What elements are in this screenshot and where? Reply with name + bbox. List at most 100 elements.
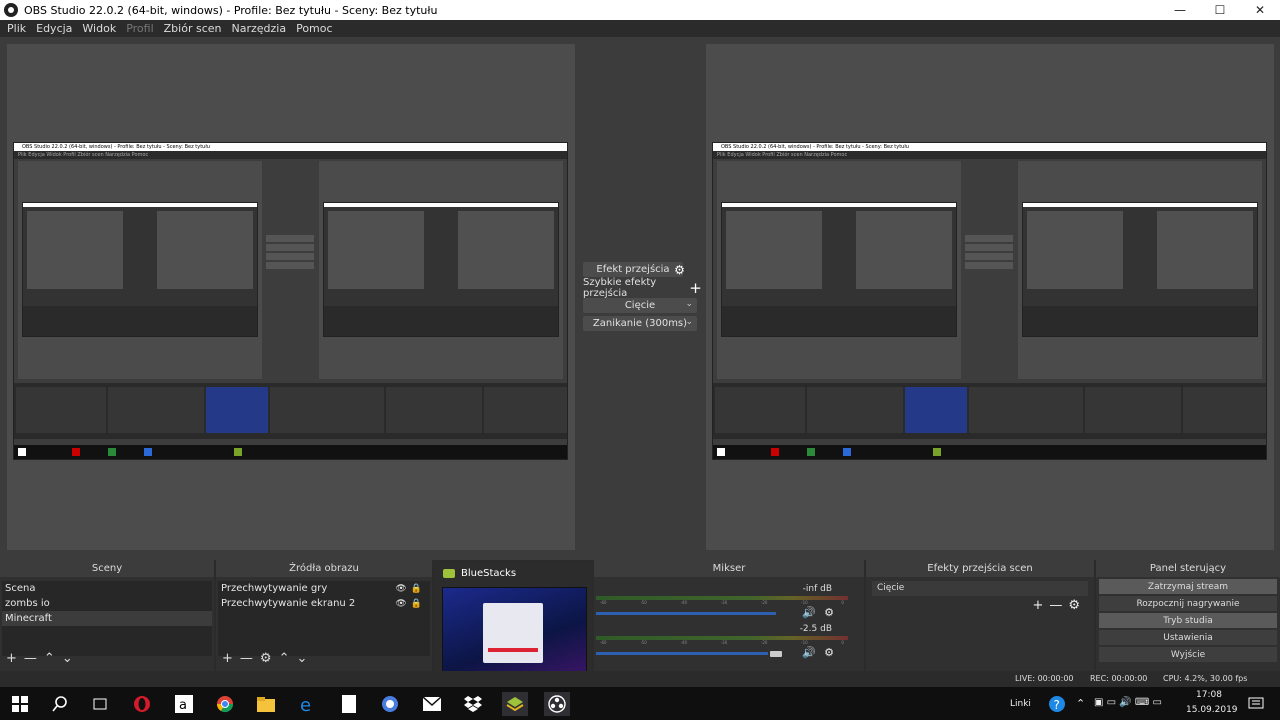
app-icon-blue[interactable]: [378, 692, 402, 716]
edge-icon[interactable]: e: [296, 692, 320, 716]
volume-slider[interactable]: [596, 612, 776, 615]
scenes-dock: Sceny Scena zombs io Minecraft + — ⌃ ⌄: [0, 560, 214, 687]
scenes-list: Scena zombs io Minecraft: [2, 581, 212, 656]
maximize-button[interactable]: ☐: [1200, 0, 1240, 20]
opera-icon[interactable]: [130, 692, 154, 716]
chrome-icon[interactable]: [213, 692, 237, 716]
mixer-header: Mikser: [594, 560, 864, 577]
notifications-icon[interactable]: [1244, 692, 1268, 716]
speaker-icon[interactable]: 🔊: [802, 606, 816, 619]
quick-transitions-label: Szybkie efekty przejścia: [583, 276, 657, 299]
cut-transition-button[interactable]: Cięcie ⌄: [583, 298, 697, 313]
studio-preview-area: OBS Studio 22.0.2 (64-bit, windows) - Pr…: [0, 37, 1280, 560]
window-controls: — ☐ ✕: [1160, 0, 1280, 20]
move-down-icon[interactable]: ⌄: [62, 651, 73, 666]
search-icon[interactable]: [48, 692, 72, 716]
gear-icon[interactable]: ⚙: [672, 262, 687, 277]
scenes-toolbar: + — ⌃ ⌄: [0, 649, 214, 667]
sources-header: Źródła obrazu: [216, 560, 432, 577]
source-item[interactable]: Przechwytywanie gry 👁 🔒: [218, 581, 430, 596]
status-bar: LIVE: 00:00:00 REC: 00:00:00 CPU: 4.2%, …: [0, 671, 1280, 687]
tray-chevron-icon[interactable]: ⌃: [1076, 697, 1085, 710]
eye-icon[interactable]: 👁: [395, 584, 406, 594]
remove-icon[interactable]: —: [240, 651, 253, 666]
volume-slider-knob[interactable]: [770, 651, 782, 657]
move-up-icon[interactable]: ⌃: [279, 651, 290, 666]
close-button[interactable]: ✕: [1240, 0, 1280, 20]
menu-zbior-scen[interactable]: Zbiór scen: [159, 22, 227, 35]
bluestacks-preview-title: BlueStacks: [461, 568, 517, 579]
controls-header: Panel sterujący: [1096, 560, 1280, 577]
studio-mode-button[interactable]: Tryb studia: [1099, 613, 1277, 628]
remove-icon[interactable]: —: [24, 651, 37, 666]
menu-edycja[interactable]: Edycja: [31, 22, 77, 35]
nested-obs-capture: OBS Studio 22.0.2 (64-bit, windows) - Pr…: [712, 142, 1267, 460]
settings-button[interactable]: Ustawienia: [1099, 630, 1277, 645]
clock-date[interactable]: 15.09.2019: [1186, 705, 1238, 715]
menu-widok[interactable]: Widok: [77, 22, 121, 35]
clock-time[interactable]: 17:08: [1196, 690, 1222, 700]
move-down-icon[interactable]: ⌄: [296, 651, 307, 666]
transition-select-value: Cięcie: [877, 583, 905, 593]
add-icon[interactable]: +: [222, 651, 233, 666]
scene-item[interactable]: Scena: [2, 581, 212, 596]
eye-icon[interactable]: 👁: [395, 599, 406, 609]
source-item[interactable]: Przechwytywanie ekranu 2 👁 🔒: [218, 596, 430, 611]
mixer-controls: 🔊 ⚙: [802, 606, 834, 619]
bluestacks-taskbar-preview[interactable]: BlueStacks: [434, 562, 593, 680]
scene-transitions-header: Efekty przejścia scen: [866, 560, 1094, 577]
amazon-icon[interactable]: a: [172, 692, 196, 716]
source-label: Przechwytywanie gry: [221, 583, 328, 594]
transition-effect-button[interactable]: Efekt przejścia ⚙: [583, 262, 685, 277]
nested-docks: [14, 383, 567, 439]
bluestacks-preview-image: [442, 587, 587, 677]
transition-select[interactable]: Cięcie: [872, 581, 1088, 596]
move-up-icon[interactable]: ⌃: [44, 651, 55, 666]
gear-icon[interactable]: ⚙: [824, 606, 834, 619]
gear-icon[interactable]: ⚙: [1068, 598, 1080, 613]
stop-stream-button[interactable]: Zatrzymaj stream: [1099, 579, 1277, 594]
transition-controls: Efekt przejścia ⚙ Szybkie efekty przejśc…: [583, 262, 702, 334]
chevron-down-icon[interactable]: ⌄: [685, 299, 693, 309]
scene-item[interactable]: zombs io: [2, 596, 212, 611]
speaker-icon[interactable]: 🔊: [802, 646, 816, 659]
sources-dock: Źródła obrazu Przechwytywanie gry 👁 🔒 Prz…: [216, 560, 432, 687]
minimize-button[interactable]: —: [1160, 0, 1200, 20]
remove-icon[interactable]: —: [1049, 598, 1062, 613]
preview-canvas[interactable]: OBS Studio 22.0.2 (64-bit, windows) - Pr…: [7, 44, 575, 550]
menu-plik[interactable]: Plik: [2, 22, 31, 35]
program-canvas[interactable]: OBS Studio 22.0.2 (64-bit, windows) - Pr…: [706, 44, 1274, 550]
exit-button[interactable]: Wyjście: [1099, 647, 1277, 662]
obs-taskbar-icon[interactable]: [544, 692, 570, 716]
gear-icon[interactable]: ⚙: [824, 646, 834, 659]
document-icon[interactable]: [337, 692, 361, 716]
lock-icon[interactable]: 🔒: [411, 599, 422, 609]
tray-icons[interactable]: ▣ ▭ 🔊 ⌨ ▭: [1094, 697, 1162, 708]
scene-item-selected[interactable]: Minecraft: [2, 611, 212, 626]
menu-profil[interactable]: Profil: [121, 22, 158, 35]
dropbox-icon[interactable]: [461, 692, 485, 716]
chevron-down-icon[interactable]: ⌄: [685, 317, 693, 327]
task-view-icon[interactable]: [88, 692, 112, 716]
volume-meter: [596, 596, 848, 600]
volume-slider[interactable]: [596, 652, 768, 655]
bluestacks-icon[interactable]: [502, 692, 528, 716]
start-recording-button[interactable]: Rozpocznij nagrywanie: [1099, 596, 1277, 611]
gear-icon[interactable]: ⚙: [260, 651, 272, 666]
add-icon[interactable]: +: [6, 651, 17, 666]
menu-pomoc[interactable]: Pomoc: [291, 22, 337, 35]
fade-transition-button[interactable]: Zanikanie (300ms) ⌄: [583, 316, 697, 331]
mail-icon[interactable]: [420, 692, 444, 716]
lock-icon[interactable]: 🔒: [411, 584, 422, 594]
add-quick-transition-icon[interactable]: +: [688, 279, 703, 297]
mixer-controls: 🔊 ⚙: [802, 646, 834, 659]
menu-narzedzia[interactable]: Narzędzia: [226, 22, 291, 35]
links-toolbar[interactable]: Linki: [1010, 699, 1031, 709]
source-label: Przechwytywanie ekranu 2: [221, 598, 356, 609]
windows-start-icon[interactable]: [8, 692, 32, 716]
mixer-db-readout: -inf dB: [802, 584, 832, 594]
help-icon[interactable]: ?: [1045, 692, 1069, 716]
add-icon[interactable]: +: [1032, 598, 1043, 613]
file-explorer-icon[interactable]: [254, 692, 278, 716]
docks-area: Sceny Scena zombs io Minecraft + — ⌃ ⌄ Ź…: [0, 560, 1280, 687]
